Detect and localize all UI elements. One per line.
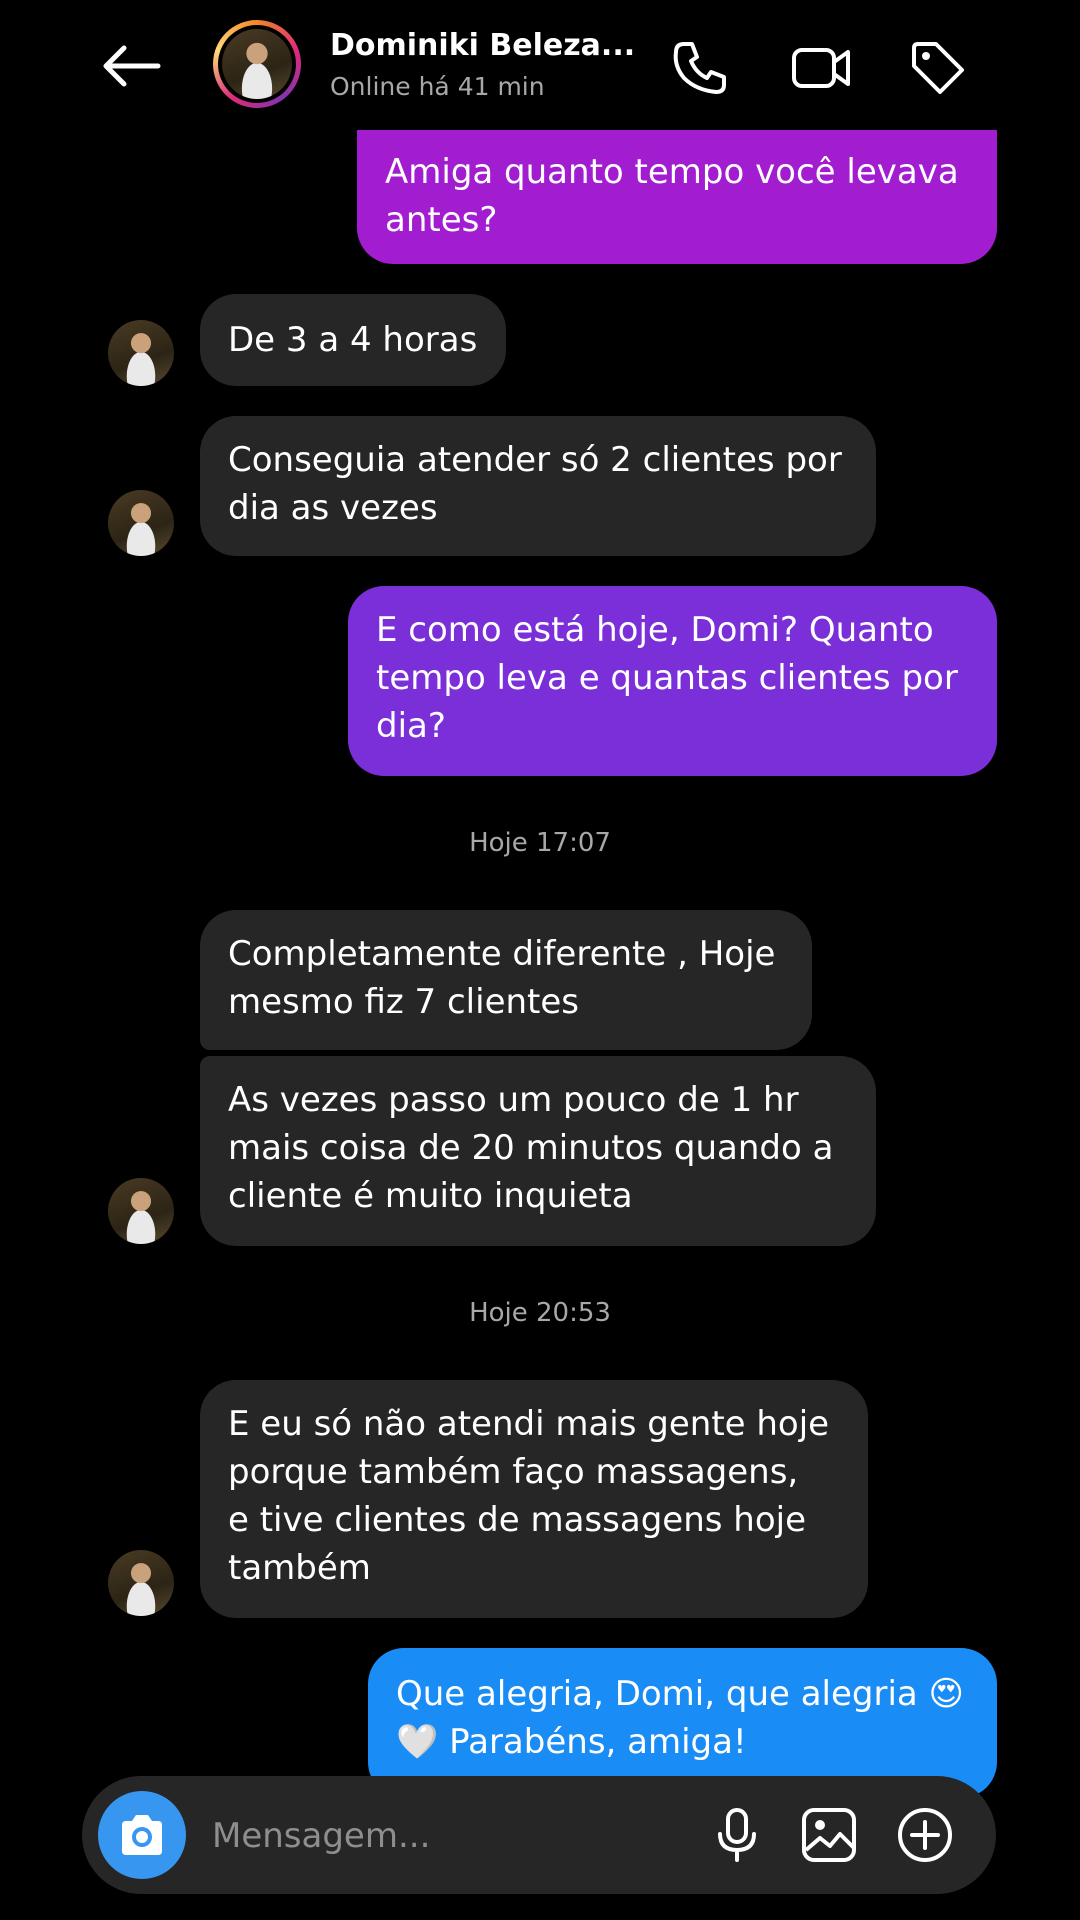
contact-avatar[interactable] <box>213 20 301 108</box>
voice-message-button[interactable] <box>706 1804 768 1866</box>
message-bubble-incoming[interactable]: E eu só não atendi mais gente hoje porqu… <box>200 1380 868 1618</box>
message-input[interactable] <box>210 1802 714 1870</box>
camera-icon <box>122 1815 162 1855</box>
message-bubble-outgoing[interactable]: Amiga quanto tempo você levava antes? <box>357 130 997 264</box>
back-button[interactable] <box>96 36 166 96</box>
gallery-icon <box>802 1808 856 1862</box>
back-arrow-icon <box>103 45 161 87</box>
contact-status: Online há 41 min <box>330 72 545 101</box>
chat-header: Dominiki Beleza... Online há 41 min <box>0 0 1080 130</box>
message-bubble-incoming[interactable]: Completamente diferente , Hoje mesmo fiz… <box>200 910 812 1050</box>
plus-circle-icon <box>898 1808 952 1862</box>
message-bubble-incoming[interactable]: Conseguia atender só 2 clientes por dia … <box>200 416 876 556</box>
sender-avatar[interactable] <box>108 1550 174 1616</box>
message-bubble-incoming[interactable]: As vezes passo um pouco de 1 hr mais coi… <box>200 1056 876 1246</box>
sender-avatar[interactable] <box>108 490 174 556</box>
microphone-icon <box>718 1808 756 1862</box>
call-button[interactable] <box>670 38 730 98</box>
message-bubble-incoming[interactable]: De 3 a 4 horas <box>200 294 506 386</box>
sender-avatar[interactable] <box>108 1178 174 1244</box>
contact-name[interactable]: Dominiki Beleza... <box>330 28 635 63</box>
tag-button[interactable] <box>908 38 968 98</box>
message-bubble-outgoing[interactable]: E como está hoje, Domi? Quanto tempo lev… <box>348 586 997 776</box>
tag-icon <box>912 42 964 94</box>
message-composer <box>82 1776 996 1894</box>
camera-button[interactable] <box>98 1791 186 1879</box>
video-call-button[interactable] <box>790 38 850 98</box>
video-camera-icon <box>792 48 850 88</box>
avatar-photo <box>222 29 292 99</box>
timestamp: Hoje 17:07 <box>469 828 611 858</box>
gallery-button[interactable] <box>798 1804 860 1866</box>
timestamp: Hoje 20:53 <box>469 1298 611 1328</box>
sender-avatar[interactable] <box>108 320 174 386</box>
phone-icon <box>673 42 726 94</box>
more-button[interactable] <box>894 1804 956 1866</box>
